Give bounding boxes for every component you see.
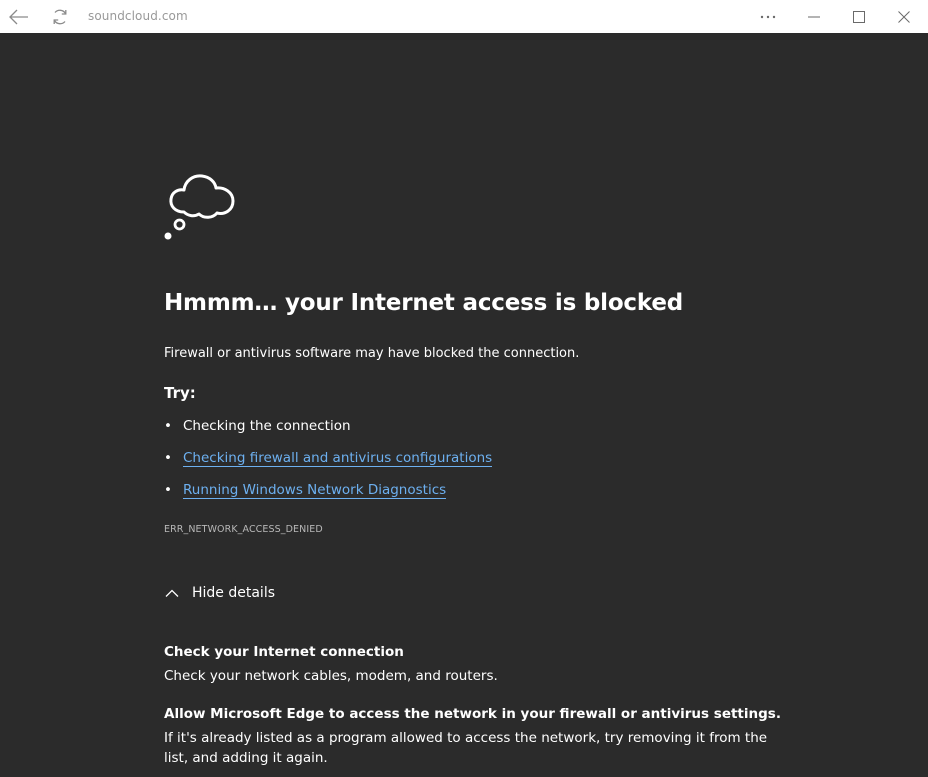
thought-cloud-icon: [162, 166, 240, 248]
more-options-icon[interactable]: [754, 0, 782, 33]
suggestion-list: • Checking the connection • Checking fir…: [164, 418, 493, 514]
hide-details-label: Hide details: [192, 585, 276, 601]
title-bar: soundcloud.com: [0, 0, 928, 33]
detail-text-check-connection: Check your network cables, modem, and ro…: [164, 668, 498, 684]
detail-title-check-connection: Check your Internet connection: [164, 644, 404, 660]
error-description: Firewall or antivirus software may have …: [164, 346, 580, 361]
hide-details-button[interactable]: Hide details: [164, 585, 275, 601]
minimize-icon[interactable]: [800, 0, 828, 33]
try-label: Try:: [164, 384, 196, 402]
chevron-up-icon: [164, 587, 180, 599]
bullet-icon: •: [164, 450, 172, 466]
bullet-icon: •: [164, 482, 172, 498]
detail-text-allow-edge: If it's already listed as a program allo…: [164, 730, 768, 766]
address-bar-url[interactable]: soundcloud.com: [88, 9, 188, 23]
error-code: ERR_NETWORK_ACCESS_DENIED: [164, 524, 323, 535]
maximize-icon[interactable]: [845, 0, 873, 33]
suggestion-item: • Running Windows Network Diagnostics: [164, 482, 492, 514]
network-diagnostics-link[interactable]: Running Windows Network Diagnostics: [183, 482, 447, 499]
suggestion-item: • Checking the connection: [164, 418, 492, 450]
suggestion-item: • Checking firewall and antivirus config…: [164, 450, 493, 482]
close-icon[interactable]: [890, 0, 918, 33]
detail-title-allow-edge: Allow Microsoft Edge to access the netwo…: [164, 706, 781, 722]
error-headline: Hmmm… your Internet access is blocked: [164, 290, 683, 316]
firewall-config-link[interactable]: Checking firewall and antivirus configur…: [183, 450, 493, 467]
bullet-icon: •: [164, 418, 172, 434]
back-arrow-icon[interactable]: [5, 0, 33, 33]
suggestion-check-connection: Checking the connection: [183, 418, 351, 434]
refresh-icon[interactable]: [46, 0, 74, 33]
